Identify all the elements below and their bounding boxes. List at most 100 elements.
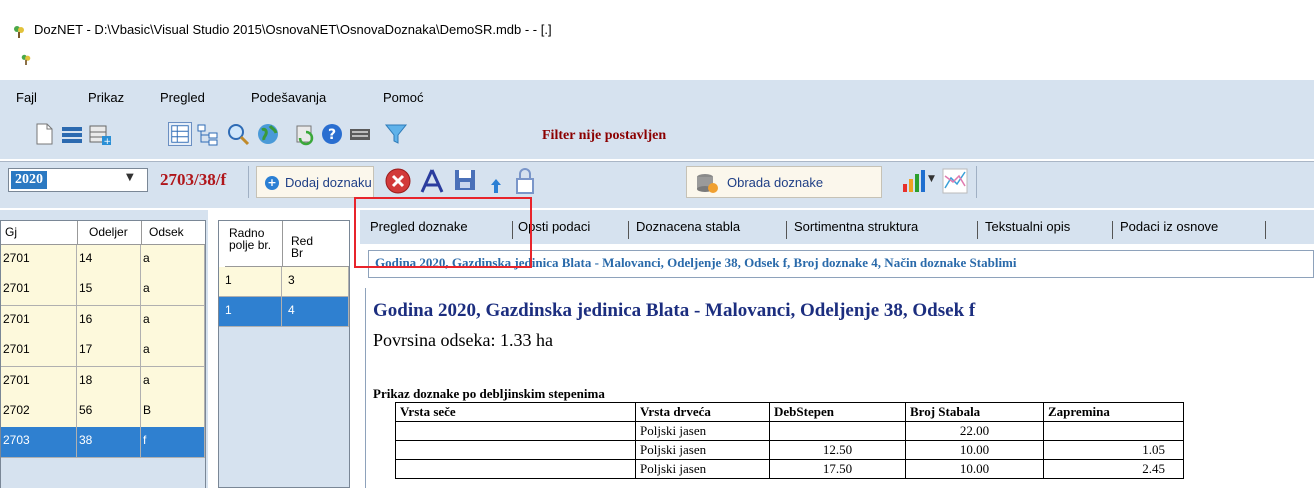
grid-cell[interactable]: a — [141, 305, 205, 337]
tab-tekstualni-opis[interactable]: Tekstualni opis — [985, 219, 1070, 234]
add-table-icon[interactable]: + — [88, 122, 112, 146]
col-vrsta-sece: Vrsta seče — [395, 402, 636, 422]
grid-cell[interactable]: 16 — [77, 305, 141, 337]
highlight-box — [354, 197, 532, 268]
tab-divider — [977, 221, 978, 239]
col-odeljenje[interactable]: Odeljer — [89, 225, 128, 239]
grid-cell[interactable]: a — [141, 275, 205, 307]
report-cell: 12.50 — [769, 440, 906, 460]
refresh-icon[interactable] — [294, 122, 318, 146]
app-tree-icon — [14, 26, 24, 38]
tab-divider — [1265, 221, 1266, 239]
grid-cell[interactable]: 17 — [77, 336, 141, 368]
svg-text:?: ? — [328, 127, 336, 143]
menu-pregled[interactable]: Pregled — [160, 90, 205, 105]
filter-status: Filter nije postavljen — [542, 128, 667, 143]
col-debstepen: DebStepen — [769, 402, 906, 422]
report-cell — [395, 421, 636, 441]
menu-prikaz[interactable]: Prikaz — [88, 90, 124, 105]
arrow-up-icon[interactable] — [488, 176, 504, 196]
tab-sortimentna-struktura[interactable]: Sortimentna struktura — [794, 219, 918, 234]
grid-cell[interactable]: 2701 — [1, 245, 77, 276]
report-table-header: Vrsta seče Vrsta drveća DebStepen Broj S… — [395, 402, 1184, 422]
col-divider — [141, 221, 142, 245]
grid-cell[interactable]: 1 — [219, 267, 282, 297]
report-cell — [1043, 421, 1184, 441]
grid-cell[interactable]: 2702 — [1, 397, 77, 428]
grid-cell[interactable]: B — [141, 397, 205, 428]
report-cell — [395, 459, 636, 479]
grid-cell[interactable]: 2701 — [1, 305, 77, 337]
grid-cell[interactable]: 4 — [282, 297, 349, 327]
process-doznaka-label: Obrada doznake — [727, 175, 824, 190]
grid-cell[interactable]: 2701 — [1, 336, 77, 368]
report-heading: Godina 2020, Gazdinska jedinica Blata - … — [373, 300, 976, 321]
report-cell: Poljski jasen — [635, 440, 770, 460]
grid-icon[interactable] — [168, 122, 192, 146]
report-cell: 10.00 — [905, 440, 1044, 460]
grid-cell[interactable]: f — [141, 427, 205, 459]
grid-cell[interactable]: 2701 — [1, 275, 77, 307]
line-chart-icon[interactable] — [942, 168, 968, 194]
tab-divider — [628, 221, 629, 239]
add-doznaka-button[interactable]: + Dodaj doznaku — [256, 166, 374, 198]
grid-cell[interactable]: 15 — [77, 275, 141, 307]
grid-empty-area — [1, 458, 205, 488]
record-code-label: 2703/38/f — [160, 170, 227, 189]
bar-chart-icon[interactable] — [900, 168, 926, 194]
tab-divider — [1112, 221, 1113, 239]
col-odsek[interactable]: Odsek — [149, 225, 184, 239]
process-doznaka-button[interactable]: Obrada doznake — [686, 166, 882, 198]
menu-pomoc[interactable]: Pomoć — [383, 90, 423, 105]
col-vrsta-drveca: Vrsta drveća — [635, 402, 770, 422]
menu-podesavanja[interactable]: Podešavanja — [251, 90, 326, 105]
report-cell: Poljski jasen — [635, 421, 770, 441]
report-cell: Poljski jasen — [635, 459, 770, 479]
report-area: Povrsina odseka: 1.33 ha — [373, 330, 553, 350]
title-bar: DozNET - D:\Vbasic\Visual Studio 2015\Os… — [0, 0, 1314, 80]
grid-cell[interactable]: 18 — [77, 366, 141, 398]
grid-cell[interactable]: 56 — [77, 397, 141, 428]
toolbar-divider — [976, 166, 977, 198]
tab-podaci-iz-osnove[interactable]: Podaci iz osnove — [1120, 219, 1218, 234]
grid-cell[interactable]: 1 — [219, 297, 282, 327]
grid-cell[interactable]: 38 — [77, 427, 141, 459]
help-icon[interactable]: ? — [320, 122, 344, 146]
keyboard-icon[interactable] — [348, 122, 372, 146]
col-red-br[interactable]: Red Br — [291, 235, 321, 259]
tab-doznacena-stabla[interactable]: Doznacena stabla — [636, 219, 740, 234]
grid-cell[interactable]: a — [141, 366, 205, 398]
report-row: Poljski jasen 12.50 10.00 1.05 — [395, 440, 1184, 460]
row-header-corner — [219, 221, 225, 267]
year-value[interactable]: 2020 — [11, 171, 47, 189]
grid-cell[interactable]: a — [141, 336, 205, 368]
new-document-icon[interactable] — [32, 122, 56, 146]
filter-icon[interactable] — [384, 122, 408, 146]
radno-polje-grid[interactable]: Radno polje br. Red Br 1314 — [218, 220, 350, 488]
plus-circle-icon: + — [265, 176, 279, 190]
delete-icon[interactable] — [384, 167, 412, 195]
compass-icon[interactable] — [418, 167, 446, 195]
odsek-grid[interactable]: Gj Odeljer Odsek 2701 14 a 2701 15 a 2701 16 a 27… — [0, 220, 206, 488]
report-cell: 1.05 — [1043, 440, 1184, 460]
tab-divider — [786, 221, 787, 239]
magnifier-icon[interactable] — [226, 122, 250, 146]
window-title: DozNET - D:\Vbasic\Visual Studio 2015\Os… — [34, 22, 552, 37]
list-icon[interactable] — [60, 122, 84, 146]
grid-cell[interactable]: 3 — [282, 267, 349, 297]
save-icon[interactable] — [452, 167, 478, 193]
menu-fajl[interactable]: Fajl — [16, 90, 37, 105]
dropdown-icon[interactable]: ▼ — [928, 174, 935, 184]
grid-cell[interactable]: 2703 — [1, 427, 77, 459]
report-cell: 22.00 — [905, 421, 1044, 441]
chevron-down-icon[interactable]: ▼ — [126, 172, 134, 183]
report-section-title: Prikaz doznake po debljinskim stepenima — [373, 386, 605, 401]
globe-icon[interactable] — [256, 122, 280, 146]
grid-cell[interactable]: 14 — [77, 245, 141, 276]
grid-cell[interactable]: 2701 — [1, 366, 77, 398]
col-gj[interactable]: Gj — [5, 225, 17, 239]
grid-cell[interactable]: a — [141, 245, 205, 276]
tree-icon[interactable] — [196, 122, 220, 146]
col-radno-polje[interactable]: Radno polje br. — [229, 227, 273, 251]
lock-icon[interactable] — [514, 166, 536, 196]
